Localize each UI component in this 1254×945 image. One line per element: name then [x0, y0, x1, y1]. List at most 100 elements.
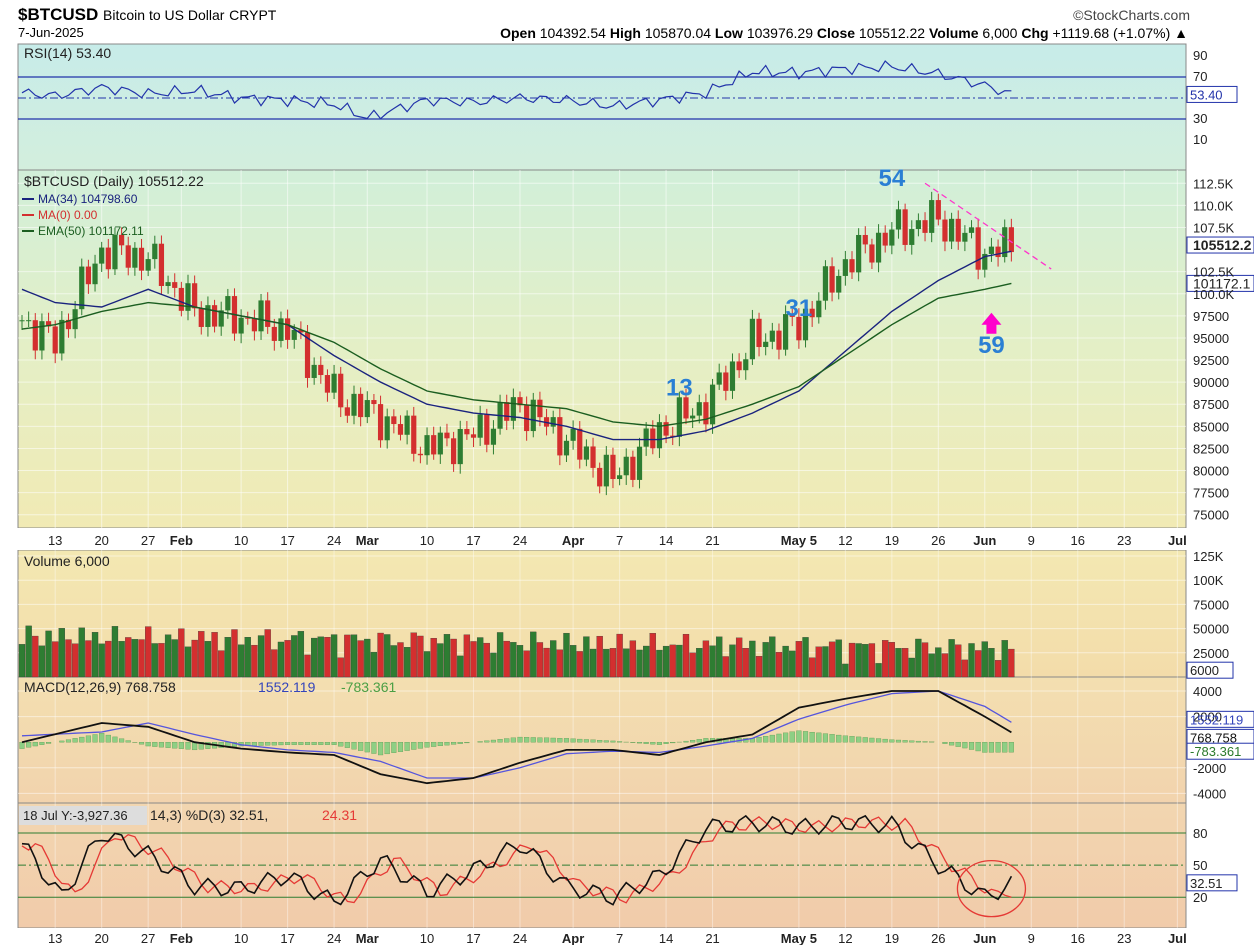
macd-hist-bar [39, 742, 45, 745]
candle-body [902, 209, 908, 245]
xaxis-tick-label-bottom: 24 [513, 931, 527, 945]
xaxis-tick-label: 26 [931, 533, 945, 548]
xaxis-tick-label: 10 [420, 533, 434, 548]
rsi-last-label: 53.40 [1190, 87, 1223, 102]
volume-bar [609, 648, 617, 678]
candle-body [397, 424, 404, 435]
macd-hist-bar [178, 742, 184, 749]
price-ytick: 77500 [1193, 486, 1229, 501]
volume-bar [543, 647, 550, 678]
volume-bar [842, 663, 849, 678]
candle-body [696, 402, 702, 416]
macd-hist-bar [46, 742, 52, 744]
candle-body [749, 318, 755, 360]
volume-bar [1001, 640, 1008, 678]
volume-bar [882, 640, 889, 678]
candle-body [756, 318, 762, 348]
volume-bar [988, 648, 995, 678]
stoch-ytick: 80 [1193, 826, 1207, 841]
macd-hist-bar [364, 742, 370, 753]
volume-bar [762, 642, 769, 678]
price-ytick: 100.0K [1193, 287, 1235, 302]
candle-body [265, 300, 271, 327]
candle-body [291, 329, 297, 340]
candle-body [444, 432, 450, 439]
macd-hist-bar [995, 742, 1001, 753]
volume-bar [330, 634, 338, 678]
candle-body [19, 320, 25, 322]
macd-hist-bar [636, 742, 643, 744]
candle-body [922, 220, 928, 233]
candle-body [849, 259, 855, 273]
xaxis-tick-label: Apr [562, 533, 584, 548]
volume-bar [523, 650, 530, 678]
volume-bar [98, 643, 105, 678]
xaxis-tick-label: 24 [327, 533, 341, 548]
volume-bar [496, 632, 504, 678]
wave-annotation: 54 [878, 165, 905, 192]
candle-body [145, 259, 151, 271]
volume-bar [231, 629, 238, 678]
macd-hist-bar [371, 742, 377, 754]
candle-body [477, 414, 483, 438]
candle-body [271, 326, 277, 341]
macd-hist-bar [975, 742, 981, 752]
macd-hist-bar [304, 742, 311, 745]
macd-hist-bar [889, 739, 895, 743]
macd-hist-bar [185, 742, 191, 750]
candle-body [895, 209, 902, 230]
panel-macd [17, 676, 1187, 804]
macd-hist-bar [882, 738, 888, 743]
xaxis-tick-label-bottom: 23 [1117, 931, 1131, 945]
volume-bar [25, 625, 32, 678]
price-ytick: 87500 [1193, 397, 1229, 412]
candle-body [311, 364, 317, 378]
volume-bar [629, 640, 637, 678]
price-ytick: 110.0K [1193, 198, 1234, 213]
stoch-tooltip: 18 Jul Y:-3,927.36 [23, 808, 128, 823]
volume-bar [317, 636, 324, 678]
macd-last-label: 1552.119 [1190, 712, 1243, 727]
volume-ytick: 75000 [1193, 597, 1229, 612]
legend-entry: MA(34) 104798.60 [38, 192, 138, 206]
volume-bar [802, 637, 809, 678]
volume-bar [38, 645, 46, 678]
macd-hist-bar [497, 739, 503, 743]
volume-bar [470, 641, 477, 678]
macd-hist-bar [351, 742, 357, 750]
volume-bar [377, 632, 384, 678]
candle-body [358, 393, 364, 418]
macd-hist-bar [192, 742, 198, 751]
volume-bar [477, 637, 484, 678]
chart-canvas: 13 13 20 20 27 27 Feb Feb 10 10 17 17 24 24 Mar Mar 10 10… [0, 43, 1254, 945]
volume-bar [775, 652, 783, 678]
volume-bar [417, 635, 424, 678]
wave-annotation: 13 [666, 374, 693, 401]
macd-hist-bar [856, 736, 862, 743]
macd-hist-bar [577, 738, 583, 743]
macd-hist-bar [65, 739, 72, 743]
candle-body [211, 305, 218, 327]
volume-bar [550, 640, 557, 678]
candle-body [238, 317, 244, 334]
volume-bar [171, 639, 178, 678]
xaxis-tick-label-bottom: 26 [931, 931, 945, 945]
volume-bar [397, 642, 404, 678]
candle-body [816, 300, 822, 318]
volume-bar [264, 629, 271, 678]
xaxis-tick-label-bottom: 10 [420, 931, 434, 945]
candle-body [490, 428, 497, 445]
macd-hist-bar [72, 738, 78, 743]
macd-hist-bar [265, 742, 271, 746]
macd-hist-bar [603, 740, 609, 743]
volume-bar [457, 655, 464, 678]
macd-hist-bar [92, 734, 98, 743]
candle-body [451, 438, 457, 465]
macd-hist-bar [417, 742, 423, 749]
volume-bar [716, 636, 723, 678]
volume-bar [503, 640, 510, 678]
macd-hist-bar [464, 742, 470, 744]
candle-body [636, 446, 643, 480]
volume-bar [828, 641, 836, 678]
price-ytick: 97500 [1193, 309, 1229, 324]
